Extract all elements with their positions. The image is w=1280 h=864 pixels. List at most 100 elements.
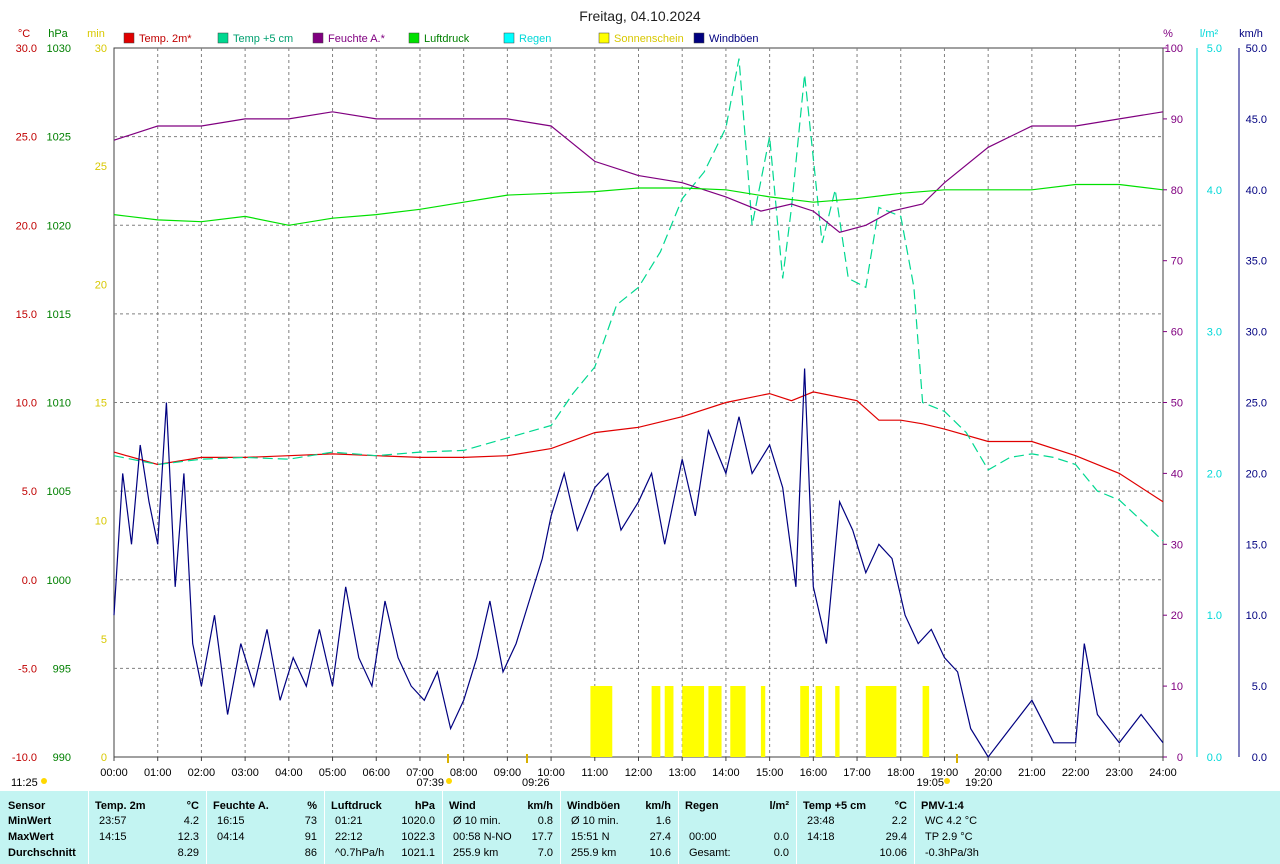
x-tick-label: 24:00 [1149,767,1177,779]
humidity-tick-label: 30 [1171,539,1183,551]
x-tick-label: 14:00 [712,767,740,779]
summary-col-unit: km/h [527,800,553,812]
sunshine-tick-label: 30 [95,43,107,55]
summary-col-6: Temp +5 cm °C 23:48 2.2 14:18 29.4 10.06 [796,791,915,864]
summary-cell-label: Ø 10 min. [453,815,501,827]
summary-cell-label: Ø 10 min. [571,815,619,827]
humidity-tick-label: 90 [1171,114,1183,126]
x-tick-label: 03:00 [231,767,259,779]
summary-col-title: Wind [449,800,476,812]
legend-swatch [598,32,610,44]
pressure-tick-label: 1030 [47,43,71,55]
legend-swatch [312,32,324,44]
wind-tick-label: 45.0 [1246,114,1267,126]
summary-col-4: Windböen km/h Ø 10 min. 1.6 15:51 N 27.4 255.9… [560,791,679,864]
summary-cell-label: 22:12 [335,831,363,843]
summary-cell-value: 7.0 [537,847,553,859]
x-tick-label: 22:00 [1062,767,1090,779]
x-tick-label: 09:00 [494,767,522,779]
temp-tick-label: 0.0 [22,575,37,587]
pressure-tick-label: 1010 [47,398,71,410]
sunshine-bar [760,686,766,757]
summary-cell-label: 00:58 N-NO [453,831,512,843]
summary-cell-label: 15:51 N [571,831,610,843]
summary-col-unit: °C [894,800,907,812]
summary-row-label: MaxWert [8,831,54,843]
x-tick-label: 16:00 [800,767,828,779]
summary-col-title: Feuchte A. [213,800,269,812]
summary-cell-label: 255.9 km [571,847,617,859]
summary-cell-value: 91 [304,831,317,843]
x-tick-label: 21:00 [1018,767,1046,779]
summary-cell-value: 17.7 [531,831,553,843]
summary-col-unit: l/m² [769,800,789,812]
wind-tick-label: 40.0 [1246,185,1267,197]
summary-col-unit: °C [186,800,199,812]
legend-swatch [123,32,135,44]
sunshine-bar [800,686,809,757]
time-marker-label: 07:39 [416,777,444,789]
x-tick-label: 01:00 [144,767,172,779]
legend-entry: Temp. 2m* [139,33,192,45]
sunshine-bar [922,686,930,757]
temp-tick-label: 5.0 [22,486,37,498]
x-tick-label: 15:00 [756,767,784,779]
pressure-tick-label: 1015 [47,309,71,321]
summary-table: Sensor MinWert MaxWert Durchschnitt Temp. 2m… [0,791,1280,864]
weather-chart: Freitag, 04.10.2024 00:00 01:00 02:00 03:00… [11,8,1267,789]
x-tick-label: 06:00 [362,767,390,779]
summary-col-unit: km/h [645,800,671,812]
legend-entry: Windböen [709,33,759,45]
summary-col-unit: hPa [414,800,435,812]
summary-cell-value: 4.2 [183,815,199,827]
sunshine-bar [682,686,705,757]
summary-col-title: Temp +5 cm [803,800,867,812]
legend-entry: Regen [519,33,551,45]
temp-unit-label: °C [18,28,30,40]
summary-cell-value: 2.2 [891,815,907,827]
pressure-tick-label: 1000 [47,575,71,587]
wind-tick-label: 20.0 [1246,468,1267,480]
humidity-tick-label: 40 [1171,468,1183,480]
humidity-tick-label: 0 [1177,752,1183,764]
summary-cell-value: 8.29 [177,847,199,859]
legend-swatch [408,32,420,44]
sunshine-bar [590,686,613,757]
rain-tick-label: 2.0 [1207,468,1222,480]
temp-tick-label: 25.0 [16,132,37,144]
sunshine-bar [708,686,722,757]
legend-entry: Temp +5 cm [233,33,293,45]
summary-cell-label: 01:21 [335,815,363,827]
summary-row-labels: Sensor MinWert MaxWert Durchschnitt [0,791,88,864]
x-tick-label: 11:00 [581,767,608,779]
summary-cell-label: 255.9 km [453,847,499,859]
summary-cell-value: 1021.1 [401,847,435,859]
x-tick-label: 02:00 [188,767,216,779]
wind-tick-label: 35.0 [1246,256,1267,268]
x-tick-label: 13:00 [668,767,696,779]
summary-cell-label: 16:15 [217,815,245,827]
time-marker-label: 11:25 [11,777,38,789]
summary-cell-label: ^0.7hPa/h [335,847,385,859]
summary-cell-value: 1.6 [655,815,671,827]
summary-col-unit: % [307,800,317,812]
summary-col-7: PMV-1:4 WC 4.2 °C TP 2.9 °C -0.3hPa/3h [914,791,1035,864]
summary-cell-value: 12.3 [177,831,199,843]
summary-col-3: Wind km/h Ø 10 min. 0.8 00:58 N-NO 17.7 255.9 … [442,791,561,864]
humidity-tick-label: 70 [1171,256,1183,268]
temp-tick-label: 15.0 [16,309,37,321]
rain-tick-label: 0.0 [1207,752,1222,764]
legend-swatch [503,32,515,44]
summary-cell-value: 1022.3 [401,831,435,843]
sunshine-tick-label: 0 [101,752,107,764]
sunshine-bar [835,686,840,757]
legend-entry: Feuchte A.* [328,33,386,45]
x-tick-label: 17:00 [843,767,871,779]
summary-cell-label: 23:48 [807,815,835,827]
summary-col-2: Luftdruck hPa 01:21 1020.0 22:12 1022.3 ^0.7hP… [324,791,443,864]
summary-cell-value: 0.0 [773,847,789,859]
legend-swatch [217,32,229,44]
humidity-tick-label: 20 [1171,610,1183,622]
summary-cell-label: Gesamt: [689,847,731,859]
summary-cell-value: 73 [304,815,317,827]
